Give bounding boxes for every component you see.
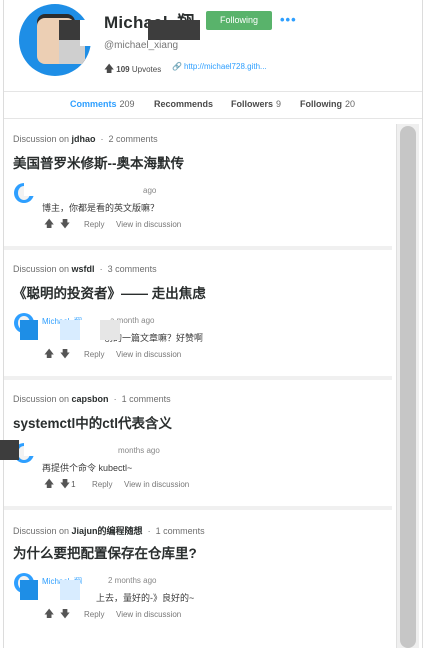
separator-dot: · [100, 134, 104, 144]
discussion-title[interactable]: 《聪明的投资者》—— 走出焦虑 [13, 282, 206, 302]
tab-count: 9 [276, 99, 282, 109]
redaction-block [80, 320, 100, 340]
redaction-block [20, 320, 38, 340]
thread-comment-count[interactable]: 3 comments [108, 264, 157, 274]
discussion-title[interactable]: 为什么要把配置保存在仓库里? [13, 542, 197, 562]
thread-link[interactable]: Jiajun的编程随想 [72, 526, 143, 536]
view-in-discussion-link[interactable]: View in discussion [116, 610, 181, 619]
redaction-block [24, 440, 118, 456]
discussion-title[interactable]: systemctl中的ctl代表含义 [13, 412, 172, 432]
comment-body: 博主，你都是看的英文版嘛？ [42, 203, 160, 213]
thread-comment-count[interactable]: 2 comments [109, 134, 158, 144]
separator-dot: · [113, 394, 117, 404]
upvote-arrow-icon: 🡅 [104, 64, 115, 75]
downvote-icon[interactable]: 🡇 [60, 349, 70, 360]
discussion-title[interactable]: 美国普罗米修斯--奥本海默传 [13, 152, 184, 172]
upvote-icon[interactable]: 🡅 [44, 479, 54, 490]
comment-meta: Discussion on Jiajun的编程随想 · 1 comments [13, 524, 205, 537]
reply-link[interactable]: Reply [92, 480, 112, 489]
tab-following[interactable]: Following 20 [300, 99, 355, 109]
vote-controls: 🡅 🡇 [44, 347, 70, 364]
redaction-block [80, 20, 102, 46]
tab-comments[interactable]: Comments 209 [70, 99, 135, 109]
thread-comment-count[interactable]: 1 comments [122, 394, 171, 404]
page-border-right [422, 0, 423, 648]
discussion-prefix: Discussion on [13, 526, 70, 536]
vote-controls: 🡅 🡇1 [44, 477, 76, 494]
link-icon: 🔗 [172, 62, 182, 71]
comment-time[interactable]: 2 months ago [108, 576, 156, 585]
profile-handle: @michael_xiang [104, 40, 179, 51]
downvote-icon[interactable]: 🡇 [60, 219, 70, 230]
discussion-prefix: Discussion on [13, 134, 70, 144]
reply-link[interactable]: Reply [84, 220, 104, 229]
view-in-discussion-link[interactable]: View in discussion [116, 350, 181, 359]
tab-label: Followers [231, 99, 274, 109]
vote-controls: 🡅 🡇 [44, 217, 70, 234]
thread-link[interactable]: capsbon [72, 394, 109, 404]
discussion-prefix: Discussion on [13, 394, 70, 404]
redaction-block [60, 320, 80, 340]
upvotes-label: Upvotes [131, 65, 162, 74]
thread-link[interactable]: wsfdl [72, 264, 95, 274]
tab-label: Following [300, 99, 342, 109]
upvotes-count: 109 [116, 65, 130, 74]
discussion-prefix: Discussion on [13, 264, 70, 274]
redaction-block [24, 180, 142, 196]
tab-count: 209 [119, 99, 135, 109]
thread-comment-count[interactable]: 1 comments [156, 526, 205, 536]
redaction-block [80, 584, 96, 602]
comment-body: 上去，量好的-》良好的~ [96, 593, 195, 603]
comment-meta: Discussion on jdhao · 2 comments [13, 134, 158, 144]
upvote-icon[interactable]: 🡅 [44, 349, 54, 360]
redaction-block [148, 20, 200, 40]
view-in-discussion-link[interactable]: View in discussion [116, 220, 181, 229]
website-link[interactable]: 🔗 http://michael728.gith... [172, 62, 267, 71]
scrollbar-thumb[interactable] [400, 126, 416, 648]
vote-count: 1 [71, 480, 76, 489]
redaction-block [20, 580, 38, 600]
tab-followers[interactable]: Followers 9 [231, 99, 281, 109]
reply-link[interactable]: Reply [84, 350, 104, 359]
separator-dot: · [147, 526, 151, 536]
comment-body: 再提供个命令 kubectl~ [42, 463, 133, 473]
upvote-icon[interactable]: 🡅 [44, 219, 54, 230]
website-url[interactable]: http://michael728.gith... [184, 62, 267, 71]
tab-recommends[interactable]: Recommends [154, 99, 213, 109]
downvote-icon[interactable]: 🡇 [60, 609, 70, 620]
view-in-discussion-link[interactable]: View in discussion [124, 480, 189, 489]
more-options-button[interactable]: ••• [280, 12, 297, 27]
tab-label: Recommends [154, 99, 214, 109]
following-button[interactable]: Following [206, 11, 272, 30]
vote-controls: 🡅 🡇 [44, 607, 70, 624]
downvote-icon[interactable]: 🡇 [60, 479, 70, 490]
thread-link[interactable]: jdhao [72, 134, 96, 144]
redaction-block [0, 440, 19, 460]
comment-meta: Discussion on capsbon · 1 comments [13, 394, 171, 404]
comment-time[interactable]: ago [143, 186, 156, 195]
redaction-block [100, 320, 120, 340]
tab-count: 20 [345, 99, 356, 109]
upvote-icon[interactable]: 🡅 [44, 609, 54, 620]
reply-link[interactable]: Reply [84, 610, 104, 619]
redaction-block [60, 580, 80, 600]
tab-label: Comments [70, 99, 117, 109]
upvotes-stat: 🡅 109 Upvotes [104, 62, 161, 79]
comment-meta: Discussion on wsfdl · 3 comments [13, 264, 157, 274]
comment-time[interactable]: months ago [118, 446, 160, 455]
separator-dot: · [99, 264, 103, 274]
